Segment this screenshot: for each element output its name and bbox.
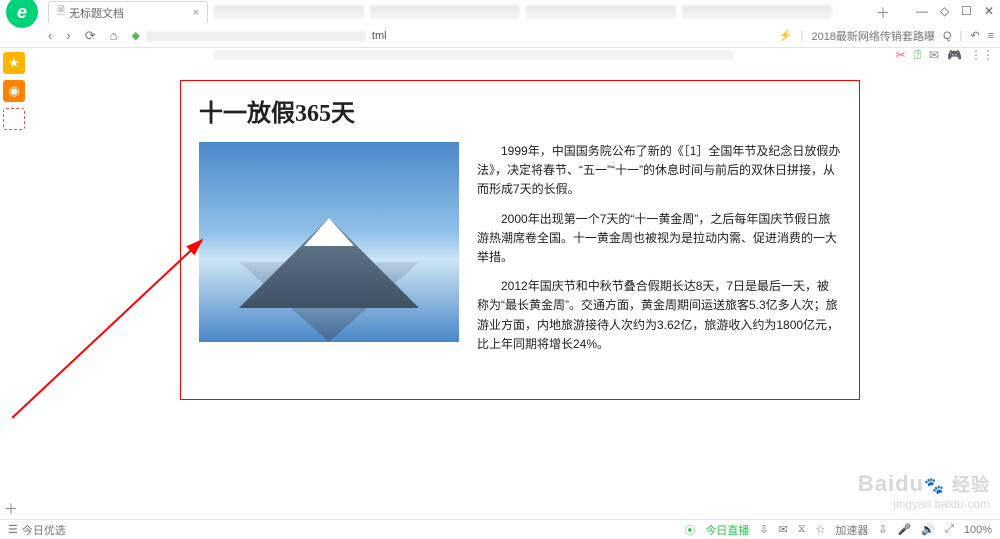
zoom-icon[interactable]: ⤢ xyxy=(945,523,954,536)
nav-back-icon[interactable]: ‹ xyxy=(48,28,52,43)
article-container: 十一放假365天 1999年，中国国务院公布了新的《［1］全国年节及纪念日放假办… xyxy=(180,80,860,400)
today-label[interactable]: 今日优选 xyxy=(22,522,66,538)
window-min-icon[interactable]: — xyxy=(916,4,928,18)
tab-active[interactable]: 🗎 无标题文档 × xyxy=(48,1,208,23)
address-bar[interactable]: ◆ tml xyxy=(131,29,764,42)
watermark-brand: Baidu xyxy=(858,471,924,496)
paragraph: 2000年出现第一个7天的“十一黄金周”，之后每年国庆节假日旅游热潮席卷全国。十… xyxy=(477,210,841,268)
watermark-cn: 经验 xyxy=(952,475,990,495)
favorites-icon[interactable]: ★ xyxy=(3,52,25,74)
address-blurred xyxy=(146,31,366,41)
mic-icon[interactable]: 🎤 xyxy=(898,523,912,536)
accelerator-label[interactable]: 加速器 xyxy=(835,522,868,538)
new-tab-button[interactable]: ＋ xyxy=(876,3,890,23)
tab-blurred[interactable] xyxy=(682,5,832,19)
article-image xyxy=(199,142,459,342)
tab-blurred[interactable] xyxy=(214,5,364,19)
search-icon[interactable]: Q xyxy=(943,30,952,42)
download2-icon[interactable]: ⇩ xyxy=(878,523,887,536)
weibo-icon[interactable]: ◉ xyxy=(3,80,25,102)
tab-close-icon[interactable]: × xyxy=(193,7,199,19)
zoom-level[interactable]: 100% xyxy=(964,524,992,536)
promo-text[interactable]: 2018最新网络传销套路曝 xyxy=(811,28,934,44)
window-close-icon[interactable]: ✕ xyxy=(984,4,994,18)
paragraph: 1999年，中国国务院公布了新的《［1］全国年节及纪念日放假办法》，决定将春节、… xyxy=(477,142,841,200)
window-max-icon[interactable]: ☐ xyxy=(961,4,972,18)
translate-icon[interactable]: ⍰ xyxy=(914,48,921,63)
today-icon[interactable]: ☰ xyxy=(8,523,18,536)
nav-forward-icon[interactable]: › xyxy=(66,28,70,43)
game-icon[interactable]: 🎮 xyxy=(947,48,962,63)
paw-icon: 🐾 xyxy=(924,478,945,495)
undo-icon[interactable]: ↶ xyxy=(970,29,979,42)
nav-home-icon[interactable]: ⌂ xyxy=(110,28,118,43)
sound-icon[interactable]: 🔊 xyxy=(921,523,935,536)
article-title: 十一放假365天 xyxy=(199,93,841,128)
tab-title: 无标题文档 xyxy=(69,5,124,21)
watermark-url: jingyan.baidu.com xyxy=(858,497,990,511)
paragraph: 2012年国庆节和中秋节叠合假期长达8天，7日是最后一天，被称为“最长黄金周”。… xyxy=(477,277,841,354)
address-suffix: tml xyxy=(372,30,387,42)
apps-grid-icon[interactable]: ⋮⋮ xyxy=(970,48,994,63)
bookmark-icon[interactable]: ☆ xyxy=(816,523,826,536)
live-label[interactable]: 今日直播 xyxy=(705,522,749,538)
watermark: Baidu🐾 经验 jingyan.baidu.com xyxy=(858,471,990,511)
message-icon[interactable]: ✉ xyxy=(929,48,939,63)
at-icon[interactable]: @ xyxy=(3,108,25,130)
menu-icon[interactable]: ≡ xyxy=(988,30,994,42)
nav-refresh-icon[interactable]: ⟳ xyxy=(85,28,96,44)
bolt-icon[interactable]: ⚡ xyxy=(779,29,793,42)
mail-icon[interactable]: ✉ xyxy=(779,523,788,536)
tab-blurred[interactable] xyxy=(526,5,676,19)
shield-icon: ◆ xyxy=(131,29,139,42)
document-icon: 🗎 xyxy=(57,4,65,21)
tab-blurred[interactable] xyxy=(370,5,520,19)
history-icon[interactable]: ⧖ xyxy=(798,523,806,536)
add-panel-button[interactable]: ＋ xyxy=(4,499,18,519)
download-icon[interactable]: ⇩ xyxy=(759,523,768,536)
screenshot-icon[interactable]: ✂ xyxy=(896,48,906,63)
article-text: 1999年，中国国务院公布了新的《［1］全国年节及纪念日放假办法》，决定将春节、… xyxy=(477,142,841,364)
toolbar-blurred xyxy=(214,50,734,60)
live-icon[interactable]: ⦿ xyxy=(684,522,695,538)
window-restore-icon[interactable]: ◇ xyxy=(940,4,949,18)
